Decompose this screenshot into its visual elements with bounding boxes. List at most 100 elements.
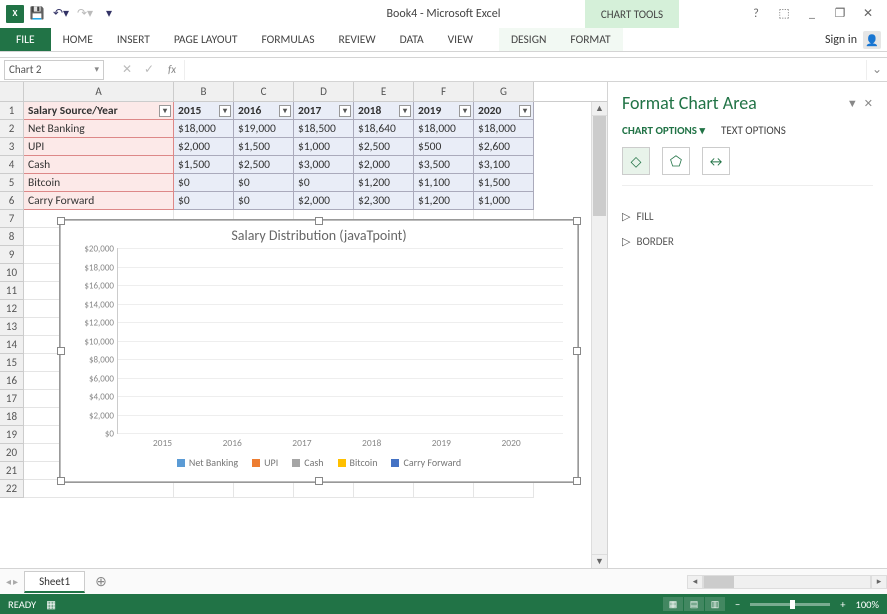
cell-C22[interactable] [234,480,294,498]
tab-review[interactable]: REVIEW [326,28,387,51]
cell-F6[interactable]: $1,200 [414,192,474,210]
cell-B1[interactable]: 2015▾ [174,102,234,120]
row-header-4[interactable]: 4 [0,156,24,174]
insert-function-button[interactable]: fx [160,60,184,80]
ribbon-display-options[interactable]: ⬚ [771,4,797,24]
cell-F22[interactable] [414,480,474,498]
filter-dropdown-icon[interactable]: ▾ [219,105,231,117]
cell-C4[interactable]: $2,500 [234,156,294,174]
resize-handle-ne[interactable] [573,217,581,225]
zoom-out-button[interactable]: − [735,598,740,611]
user-avatar-icon[interactable]: 👤 [863,31,881,49]
expand-formula-bar-button[interactable]: ⌄ [867,62,887,77]
vertical-scrollbar[interactable]: ▲ ▼ [591,102,607,568]
cell-E6[interactable]: $2,300 [354,192,414,210]
cell-C1[interactable]: 2016▾ [234,102,294,120]
cell-A5[interactable]: Bitcoin [24,174,174,192]
sign-in-link[interactable]: Sign in [825,33,857,47]
column-header-A[interactable]: A [24,82,174,101]
cell-F2[interactable]: $18,000 [414,120,474,138]
row-header-6[interactable]: 6 [0,192,24,210]
tab-format[interactable]: FORMAT [558,28,622,51]
worksheet-area[interactable]: ABCDEFG1Salary Source/Year▾2015▾2016▾201… [0,82,607,568]
column-header-E[interactable]: E [354,82,414,101]
zoom-level[interactable]: 100% [856,598,879,611]
row-header-2[interactable]: 2 [0,120,24,138]
cell-C6[interactable]: $0 [234,192,294,210]
row-header-3[interactable]: 3 [0,138,24,156]
formula-input[interactable] [184,60,867,80]
scroll-left-button[interactable]: ◂ [687,575,703,589]
close-button[interactable]: ✕ [855,4,881,24]
qat-customize[interactable]: ▾ [98,3,120,25]
name-box-dropdown-icon[interactable]: ▾ [94,64,99,75]
page-break-view-button[interactable]: ▥ [705,597,725,611]
resize-handle-se[interactable] [573,477,581,485]
scroll-up-button[interactable]: ▲ [592,102,607,116]
legend-item-Net Banking[interactable]: Net Banking [177,456,238,469]
help-button[interactable]: ? [743,4,769,24]
row-header-10[interactable]: 10 [0,264,24,282]
row-header-15[interactable]: 15 [0,354,24,372]
cell-E22[interactable] [354,480,414,498]
horizontal-scrollbar[interactable]: ◂ ▸ [687,574,887,590]
filter-dropdown-icon[interactable]: ▾ [459,105,471,117]
row-header-21[interactable]: 21 [0,462,24,480]
new-sheet-button[interactable]: ⊕ [89,570,113,594]
row-header-19[interactable]: 19 [0,426,24,444]
cell-F4[interactable]: $3,500 [414,156,474,174]
chart-plot-area[interactable]: $0$2,000$4,000$6,000$8,000$10,000$12,000… [117,248,563,434]
cell-A4[interactable]: Cash [24,156,174,174]
cell-B22[interactable] [174,480,234,498]
cell-A22[interactable] [24,480,174,498]
cell-C2[interactable]: $19,000 [234,120,294,138]
legend-item-UPI[interactable]: UPI [252,456,278,469]
filter-dropdown-icon[interactable]: ▾ [339,105,351,117]
cell-B3[interactable]: $2,000 [174,138,234,156]
cell-D1[interactable]: 2017▾ [294,102,354,120]
cell-E1[interactable]: 2018▾ [354,102,414,120]
hscroll-thumb[interactable] [704,576,734,588]
row-header-17[interactable]: 17 [0,390,24,408]
undo-button[interactable]: ↶▾ [50,3,72,25]
tab-insert[interactable]: INSERT [105,28,162,51]
save-button[interactable]: 💾 [26,3,48,25]
cell-F3[interactable]: $500 [414,138,474,156]
row-header-5[interactable]: 5 [0,174,24,192]
column-header-D[interactable]: D [294,82,354,101]
cell-D6[interactable]: $2,000 [294,192,354,210]
filter-dropdown-icon[interactable]: ▾ [279,105,291,117]
cell-F5[interactable]: $1,100 [414,174,474,192]
zoom-slider[interactable] [750,603,830,606]
cell-E2[interactable]: $18,640 [354,120,414,138]
cell-G1[interactable]: 2020▾ [474,102,534,120]
cell-D5[interactable]: $0 [294,174,354,192]
tab-file[interactable]: FILE [0,28,51,51]
row-header-11[interactable]: 11 [0,282,24,300]
cell-B2[interactable]: $18,000 [174,120,234,138]
cell-E5[interactable]: $1,200 [354,174,414,192]
restore-button[interactable]: ❐ [827,4,853,24]
chart-object[interactable]: Salary Distribution (javaTpoint) $0$2,00… [60,220,578,482]
legend-item-Bitcoin[interactable]: Bitcoin [338,456,378,469]
cell-A1[interactable]: Salary Source/Year▾ [24,102,174,120]
row-header-9[interactable]: 9 [0,246,24,264]
cell-D22[interactable] [294,480,354,498]
cell-G2[interactable]: $18,000 [474,120,534,138]
cell-D2[interactable]: $18,500 [294,120,354,138]
resize-handle-s[interactable] [315,477,323,485]
row-header-13[interactable]: 13 [0,318,24,336]
enter-formula-button[interactable]: ✓ [138,60,160,80]
cell-D3[interactable]: $1,000 [294,138,354,156]
resize-handle-sw[interactable] [57,477,65,485]
effects-icon[interactable]: ⬠ [662,147,690,175]
macro-record-icon[interactable]: ▦ [46,598,56,611]
cell-G5[interactable]: $1,500 [474,174,534,192]
legend-item-Cash[interactable]: Cash [292,456,323,469]
tab-data[interactable]: DATA [388,28,436,51]
page-layout-view-button[interactable]: ▤ [684,597,704,611]
row-header-12[interactable]: 12 [0,300,24,318]
resize-handle-n[interactable] [315,217,323,225]
cancel-formula-button[interactable]: ✕ [116,60,138,80]
scroll-right-button[interactable]: ▸ [871,575,887,589]
